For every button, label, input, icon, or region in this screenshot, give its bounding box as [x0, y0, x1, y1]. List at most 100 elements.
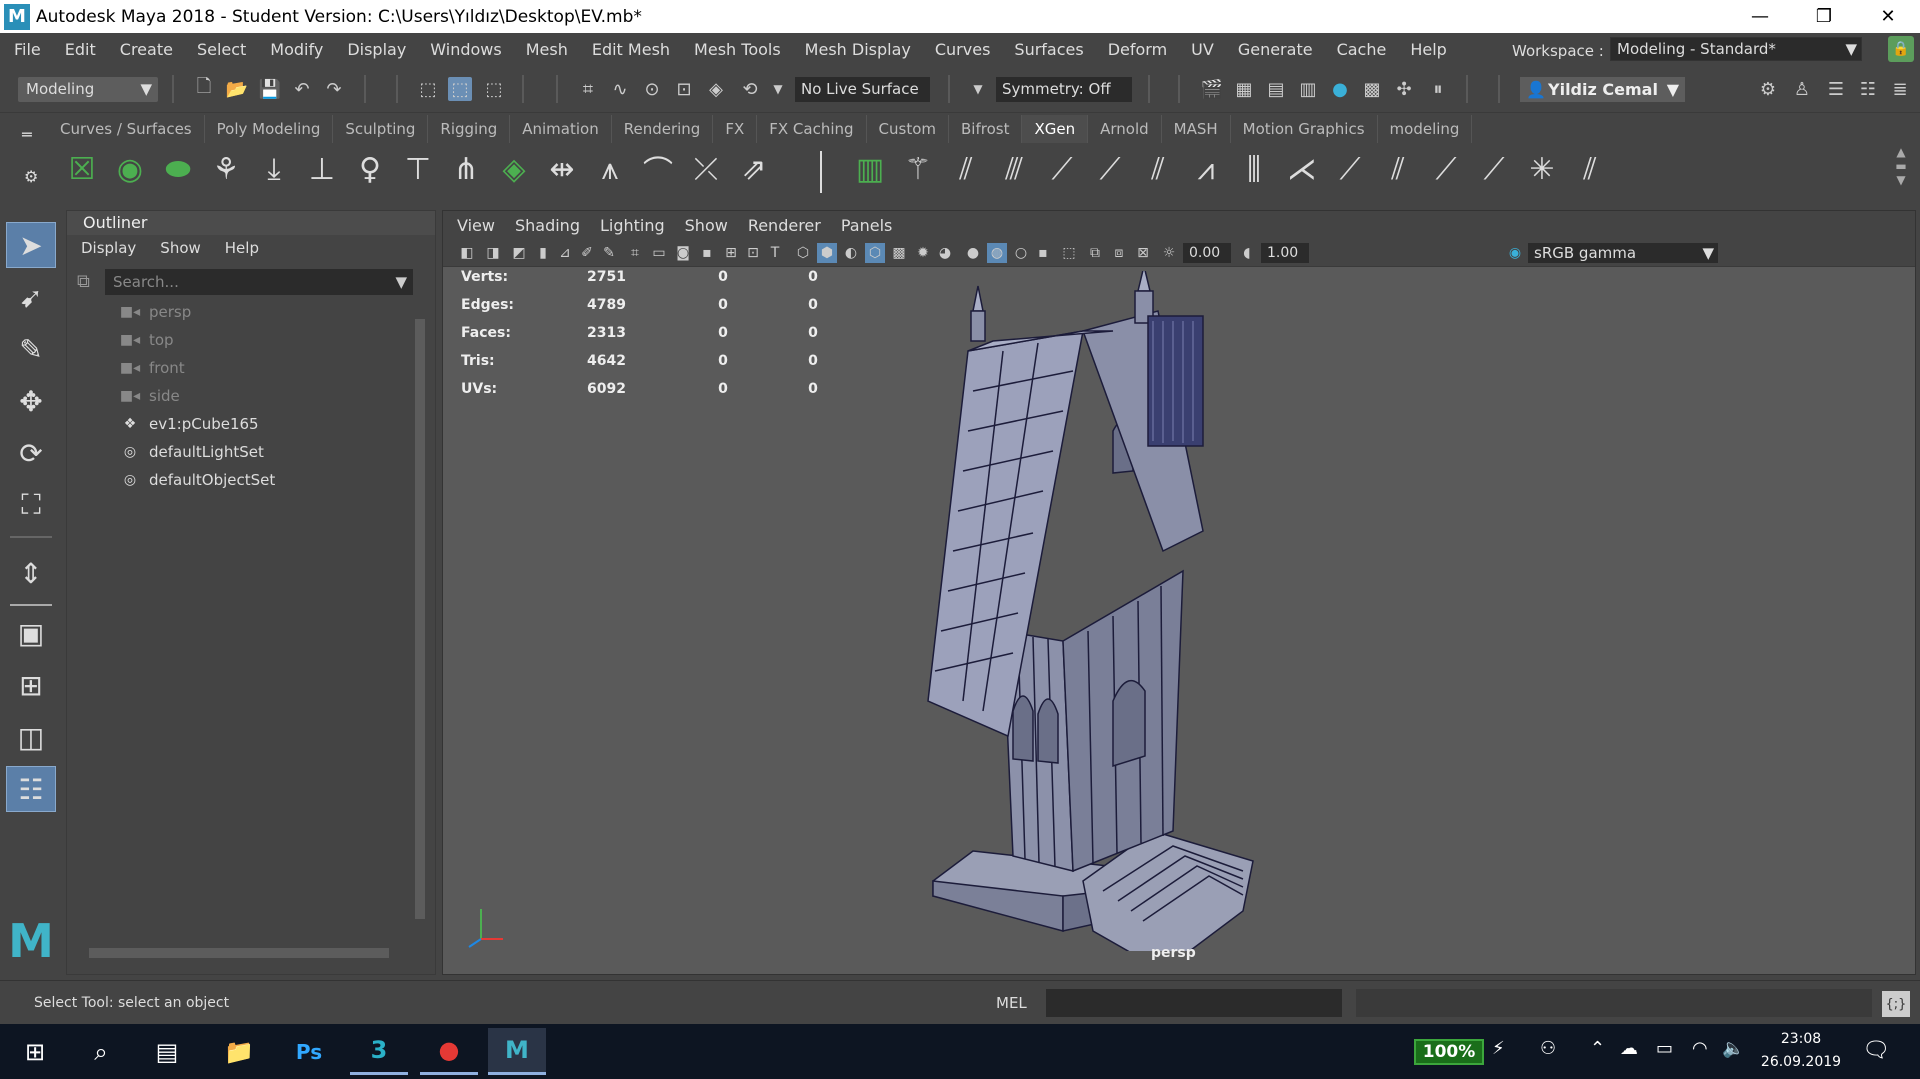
- sculpt-guide-icon[interactable]: ♀: [350, 149, 390, 189]
- shelf-tab-sculpting[interactable]: Sculpting: [333, 115, 429, 143]
- outliner-item-top[interactable]: ■◂ top: [119, 327, 174, 353]
- filter-icon[interactable]: ⧉: [77, 271, 90, 292]
- safe-action-icon[interactable]: ⊡: [743, 243, 763, 263]
- shelf-tab-rendering[interactable]: Rendering: [612, 115, 714, 143]
- shelf-tab-arnold[interactable]: Arnold: [1088, 115, 1162, 143]
- menu-curves[interactable]: Curves: [923, 40, 1003, 59]
- outliner-menu-show[interactable]: Show: [160, 239, 200, 257]
- attribute-editor-icon[interactable]: ☰: [1824, 77, 1848, 101]
- hypershade-icon[interactable]: ●: [1328, 77, 1352, 101]
- menu-mesh-display[interactable]: Mesh Display: [793, 40, 923, 59]
- shelf-tab-animation[interactable]: Animation: [510, 115, 612, 143]
- wifi-icon[interactable]: ◠: [1692, 1038, 1708, 1059]
- render-view-icon[interactable]: ▦: [1232, 77, 1256, 101]
- redo-icon[interactable]: ↷: [322, 77, 346, 101]
- maya-taskbar-icon[interactable]: M: [488, 1028, 546, 1075]
- 2d-pan-zoom-icon[interactable]: ⊿: [555, 243, 575, 263]
- anti-aliasing-icon[interactable]: ◍: [987, 243, 1007, 263]
- default-material-icon[interactable]: ◐: [841, 243, 861, 263]
- groom-part-icon[interactable]: ⩘: [1186, 149, 1226, 189]
- render-setup-icon[interactable]: ▩: [1360, 77, 1384, 101]
- place-guide-icon[interactable]: ⤓: [254, 149, 294, 189]
- groom-noise-icon[interactable]: ⫼: [1234, 149, 1274, 189]
- shelf-tab-curves-surfaces[interactable]: Curves / Surfaces: [48, 115, 205, 143]
- menu-display[interactable]: Display: [335, 40, 418, 59]
- viewport-menu-show[interactable]: Show: [685, 216, 728, 235]
- field-chart-icon[interactable]: ⊞: [721, 243, 741, 263]
- exposure-field[interactable]: 0.00: [1183, 243, 1231, 263]
- outliner-item-pcube[interactable]: ❖ ev1:pCube165: [119, 411, 259, 437]
- two-pane-layout-icon[interactable]: ◫: [6, 714, 56, 760]
- xgen-preview-icon[interactable]: ◉: [110, 149, 150, 189]
- tool-settings-icon[interactable]: ☷: [1856, 77, 1880, 101]
- viewport-menu-view[interactable]: View: [457, 216, 495, 235]
- motion-blur-icon[interactable]: ○: [1011, 243, 1031, 263]
- outliner-menu-display[interactable]: Display: [81, 239, 136, 257]
- gate-mask-icon[interactable]: ▪: [697, 243, 717, 263]
- groom-density-icon[interactable]: ⫽: [1378, 149, 1418, 189]
- red-app-icon[interactable]: ●: [420, 1028, 478, 1075]
- select-hierarchy-icon[interactable]: ⬚: [416, 77, 440, 101]
- mel-command-input[interactable]: [1046, 989, 1342, 1017]
- workspace-dropdown[interactable]: Modeling - Standard* ▼: [1610, 37, 1862, 61]
- exposure-icon[interactable]: ☼: [1159, 243, 1179, 263]
- menu-edit[interactable]: Edit: [53, 40, 108, 59]
- character-controls-icon[interactable]: ♙: [1790, 77, 1814, 101]
- paint-select-tool-icon[interactable]: ✎: [6, 326, 56, 372]
- scale-tool-icon[interactable]: ⛶: [6, 482, 56, 528]
- outliner-vertical-scrollbar[interactable]: [413, 303, 427, 943]
- guide-bend-icon[interactable]: ⌒: [638, 149, 678, 190]
- chevron-down-icon[interactable]: ▼: [766, 77, 790, 101]
- outliner-item-default-object-set[interactable]: ◎ defaultObjectSet: [119, 467, 275, 493]
- modeling-toolkit-icon[interactable]: ⚙: [1756, 77, 1780, 101]
- save-scene-icon[interactable]: 💾: [258, 77, 282, 101]
- menu-file[interactable]: File: [0, 40, 53, 59]
- menu-surfaces[interactable]: Surfaces: [1002, 40, 1095, 59]
- viewport-panel[interactable]: View Shading Lighting Show Renderer Pane…: [442, 210, 1916, 975]
- xray-components-icon[interactable]: ⊠: [1133, 243, 1153, 263]
- battery-icon[interactable]: ▭: [1656, 1038, 1673, 1059]
- viewport-menu-shading[interactable]: Shading: [515, 216, 580, 235]
- groom-coil-icon[interactable]: ⟋: [1330, 149, 1370, 189]
- outliner-item-side[interactable]: ■◂ side: [119, 383, 180, 409]
- power-plug-icon[interactable]: ⚡: [1492, 1038, 1505, 1059]
- gear-icon[interactable]: ⚙: [24, 167, 38, 186]
- xray-icon[interactable]: ⧉: [1085, 243, 1105, 263]
- photoshop-icon[interactable]: Ps: [280, 1028, 338, 1075]
- viewport-menu-panels[interactable]: Panels: [841, 216, 893, 235]
- snap-view-icon[interactable]: ⊡: [672, 77, 696, 101]
- groom-add-icon[interactable]: ⫻: [994, 149, 1034, 189]
- four-view-layout-icon[interactable]: ⊞: [6, 662, 56, 708]
- groom-length-icon[interactable]: ⫽: [946, 149, 986, 189]
- guide-delete-icon[interactable]: ⤫: [686, 149, 726, 189]
- shelf-tab-modeling[interactable]: modeling: [1378, 115, 1473, 143]
- ipr-render-icon[interactable]: ▤: [1264, 77, 1288, 101]
- outliner-horizontal-scrollbar[interactable]: [73, 946, 409, 960]
- render-settings-icon[interactable]: ▥: [1296, 77, 1320, 101]
- wireframe-icon[interactable]: ⬡: [793, 243, 813, 263]
- shelf-scroll[interactable]: ▲ ▬ ▼: [1888, 145, 1914, 193]
- outliner-layout-icon[interactable]: ☷: [6, 766, 56, 812]
- groom-create-icon[interactable]: ▥: [850, 149, 890, 189]
- shelf-tab-fx[interactable]: FX: [713, 115, 758, 143]
- gamma-field[interactable]: 1.00: [1261, 243, 1309, 263]
- menu-edit-mesh[interactable]: Edit Mesh: [580, 40, 682, 59]
- xray-joints-icon[interactable]: ⧈: [1109, 243, 1129, 263]
- select-component-icon[interactable]: ⬚: [482, 77, 506, 101]
- shelf-tab-rigging[interactable]: Rigging: [428, 115, 511, 143]
- move-tool-icon[interactable]: ✥: [6, 378, 56, 424]
- menu-select[interactable]: Select: [185, 40, 258, 59]
- chevron-down-icon[interactable]: ▼: [395, 269, 407, 295]
- symmetry-field[interactable]: Symmetry: Off: [996, 77, 1132, 102]
- snap-surface-icon[interactable]: ◈: [704, 77, 728, 101]
- camera-attributes-icon[interactable]: ◨: [483, 243, 503, 263]
- pause-viewport-icon[interactable]: ⏸: [1426, 77, 1450, 101]
- windows-start-icon[interactable]: ⊞: [6, 1028, 64, 1075]
- film-gate-icon[interactable]: ▭: [649, 243, 669, 263]
- snap-vertex-icon[interactable]: ⟲: [738, 77, 762, 101]
- menu-mesh-tools[interactable]: Mesh Tools: [682, 40, 793, 59]
- guide-move-icon[interactable]: ⇗: [734, 149, 774, 189]
- textured-icon[interactable]: ▩: [889, 243, 909, 263]
- chevron-up-icon[interactable]: ⌃: [1590, 1038, 1605, 1059]
- groom-final-icon[interactable]: ⫽: [1570, 149, 1610, 189]
